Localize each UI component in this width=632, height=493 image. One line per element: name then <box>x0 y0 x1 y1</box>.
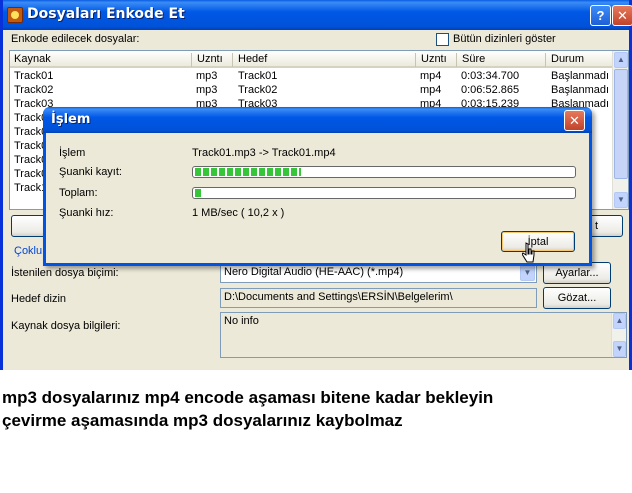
column-header-hedef[interactable]: Hedef <box>234 53 416 67</box>
cell-ext1: mp3 <box>196 84 218 96</box>
list-header: Kaynak Uzntı Hedef Uzntı Süre Durum <box>10 51 628 68</box>
multi-group-label: Çoklu <box>14 245 43 257</box>
info-label: Kaynak dosya bilgileri: <box>11 320 121 332</box>
app-icon <box>7 7 23 23</box>
info-value: No info <box>224 315 259 327</box>
total-progress-fill <box>195 189 203 197</box>
current-progress-bar <box>192 166 576 178</box>
show-all-dirs-checkbox[interactable] <box>436 33 449 46</box>
total-progress-bar <box>192 187 576 199</box>
operation-label: İşlem <box>59 147 86 159</box>
format-select-value: Nero Digital Audio (HE-AAC) (*.mp4) <box>224 266 404 278</box>
operation-value: Track01.mp3 -> Track01.mp4 <box>192 147 336 159</box>
dest-label: Hedef dizin <box>11 293 67 305</box>
cell-durum: Başlanmadı <box>551 84 610 96</box>
help-button[interactable]: ? <box>590 5 611 26</box>
progress-dialog: İşlem ✕ İşlem Track01.mp3 -> Track01.mp4… <box>43 107 592 266</box>
format-label: İstenilen dosya biçimi: <box>11 267 119 279</box>
mouse-pointer-icon <box>522 242 535 263</box>
show-all-dirs-label: Bütün dizinleri göster <box>453 33 556 45</box>
window-title: Dosyaları Enkode Et <box>27 6 185 22</box>
dialog-title: İşlem <box>51 112 91 127</box>
cell-ext2: mp4 <box>420 84 442 96</box>
scroll-thumb[interactable] <box>614 69 628 179</box>
scroll-up-icon[interactable]: ▲ <box>614 52 628 68</box>
browse-button[interactable]: Gözat... <box>543 287 611 309</box>
column-header-ext-source[interactable]: Uzntı <box>193 53 233 67</box>
cell-ext2: mp4 <box>420 70 442 82</box>
speed-value: 1 MB/sec ( 10,2 x ) <box>192 207 285 219</box>
cell-sure: 0:03:34.700 <box>461 70 520 82</box>
info-scrollbar[interactable]: ▲ ▼ <box>611 313 626 357</box>
caption-line-2: çevirme aşamasında mp3 dosyalarınız kayb… <box>2 411 403 430</box>
window-titlebar[interactable]: Dosyaları Enkode Et ? ✕ <box>3 0 632 30</box>
current-progress-fill <box>195 168 301 176</box>
cell-hedef: Track02 <box>238 84 278 96</box>
cell-ext1: mp3 <box>196 70 218 82</box>
info-scroll-up-icon[interactable]: ▲ <box>613 313 626 329</box>
cell-durum: Başlanmadı <box>551 70 610 82</box>
column-header-durum[interactable]: Durum <box>547 53 613 67</box>
table-row[interactable]: Track02 mp3 Track02 mp4 0:06:52.865 Başlanmad… <box>10 84 628 98</box>
column-header-kaynak[interactable]: Kaynak <box>10 53 192 67</box>
current-record-label: Şuanki kayıt: <box>59 166 122 178</box>
cell-hedef: Track01 <box>238 70 278 82</box>
caption-box: mp3 dosyalarınız mp4 encode aşaması bite… <box>0 382 600 482</box>
list-scrollbar[interactable]: ▲ ▼ <box>612 51 628 209</box>
format-select[interactable]: Nero Digital Audio (HE-AAC) (*.mp4) ▼ <box>220 263 537 283</box>
cancel-button[interactable]: İptal <box>501 231 575 252</box>
cell-kaynak: Track02 <box>14 84 54 96</box>
total-label: Toplam: <box>59 187 98 199</box>
table-row[interactable]: Track01 mp3 Track01 mp4 0:03:34.700 Başlanmad… <box>10 70 628 84</box>
chevron-down-icon[interactable]: ▼ <box>520 265 535 281</box>
dialog-titlebar[interactable]: İşlem ✕ <box>43 107 592 133</box>
info-field[interactable]: No info ▲ ▼ <box>220 312 627 358</box>
caption-line-1: mp3 dosyalarınız mp4 encode aşaması bite… <box>2 388 494 407</box>
column-header-ext-dest[interactable]: Uzntı <box>417 53 457 67</box>
cell-sure: 0:06:52.865 <box>461 84 520 96</box>
scroll-down-icon[interactable]: ▼ <box>614 192 628 208</box>
column-header-sure[interactable]: Süre <box>458 53 546 67</box>
close-button[interactable]: ✕ <box>612 5 632 26</box>
files-label: Enkode edilecek dosyalar: <box>11 33 140 45</box>
speed-label: Şuanki hız: <box>59 207 114 219</box>
dialog-close-button[interactable]: ✕ <box>564 110 585 131</box>
dest-field[interactable]: D:\Documents and Settings\ERSİN\Belgeler… <box>220 288 537 308</box>
info-scroll-down-icon[interactable]: ▼ <box>613 341 626 357</box>
cell-kaynak: Track01 <box>14 70 54 82</box>
